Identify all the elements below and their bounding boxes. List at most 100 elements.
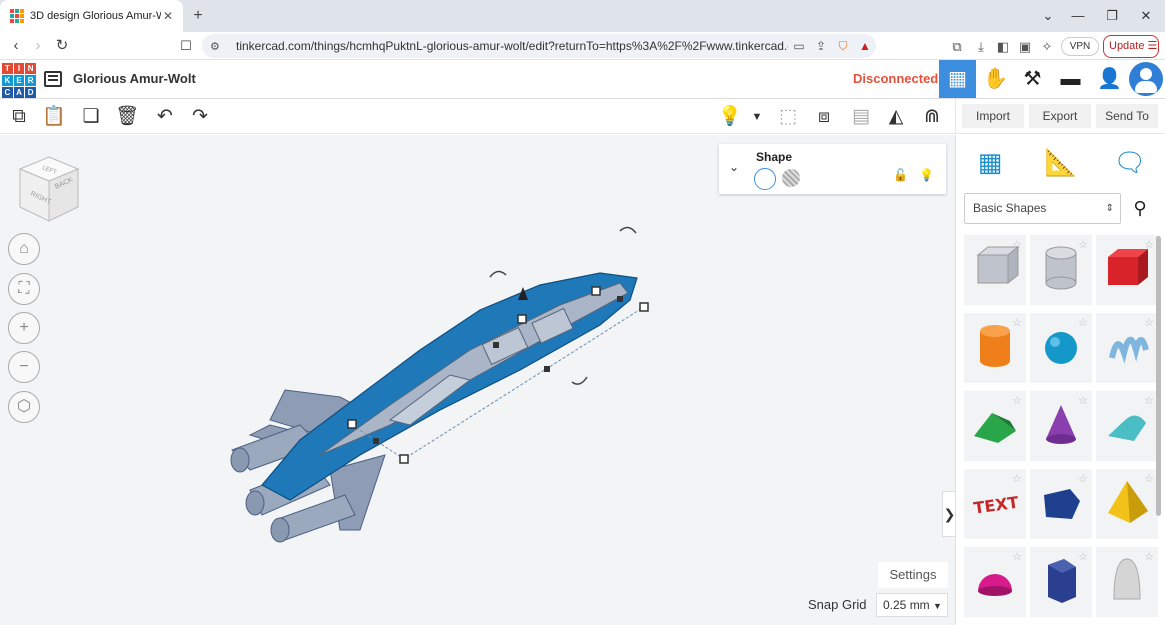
midpoint-handle[interactable]	[617, 296, 623, 302]
ruler-icon[interactable]: 📐	[1044, 145, 1078, 179]
snap-grid-select[interactable]: 0.25 mm ▼	[876, 593, 948, 617]
copy-icon[interactable]: ⧉	[6, 104, 32, 130]
design-list-icon[interactable]	[44, 71, 62, 87]
favorite-star-icon[interactable]: ☆	[1078, 550, 1088, 563]
leo-ai-icon[interactable]: ✧	[1038, 38, 1056, 56]
bricks-view-button[interactable]: ▬	[1052, 60, 1089, 98]
favorite-star-icon[interactable]: ☆	[1078, 316, 1088, 329]
sim-lab-button[interactable]: ⚒	[1014, 60, 1051, 98]
rotate-handle[interactable]	[571, 376, 588, 385]
search-icon[interactable]: ⚲	[1128, 196, 1152, 220]
bulb-dropdown-icon[interactable]: ▼	[744, 104, 770, 130]
favorite-star-icon[interactable]: ☆	[1078, 394, 1088, 407]
rotate-handle[interactable]	[489, 270, 507, 278]
shape-sphere[interactable]: ☆	[1030, 313, 1092, 383]
shape-box-hole[interactable]: ☆	[964, 235, 1026, 305]
resize-handle[interactable]	[591, 286, 601, 296]
site-info-icon[interactable]: ⚙	[210, 40, 226, 53]
midpoint-handle[interactable]	[544, 366, 550, 372]
hide-bulb-icon[interactable]: 💡	[919, 168, 934, 182]
settings-button[interactable]: Settings	[878, 562, 948, 588]
resize-handle[interactable]	[517, 314, 527, 324]
workplane-grid-icon[interactable]: ▦	[973, 145, 1007, 179]
favorite-star-icon[interactable]: ☆	[1078, 238, 1088, 251]
restore-icon[interactable]: ❐	[1094, 0, 1130, 32]
wallet-icon[interactable]: ▣	[1016, 38, 1034, 56]
shape-pyramid[interactable]: ☆	[1096, 469, 1158, 539]
add-collaborator-button[interactable]: 👤	[1091, 60, 1128, 98]
shape-scribble[interactable]: ☆	[1096, 313, 1158, 383]
midpoint-handle[interactable]	[493, 342, 499, 348]
extensions-icon[interactable]: ⧉	[948, 38, 966, 56]
back-icon[interactable]: ‹	[6, 36, 26, 56]
brave-shield-icon[interactable]: ⛉	[832, 39, 854, 54]
minimize-icon[interactable]: —	[1060, 0, 1096, 32]
user-avatar[interactable]	[1129, 62, 1163, 96]
shape-polygon[interactable]: ☆	[1030, 469, 1092, 539]
shape-panel-scrollbar[interactable]	[1156, 236, 1161, 516]
favorite-star-icon[interactable]: ☆	[1144, 394, 1154, 407]
collapse-inspector-icon[interactable]: ⌄	[729, 160, 739, 174]
favorite-star-icon[interactable]: ☆	[1012, 550, 1022, 563]
ungroup-icon[interactable]: ⧈	[811, 104, 837, 130]
resize-handle[interactable]	[639, 302, 649, 312]
favorite-star-icon[interactable]: ☆	[1012, 472, 1022, 485]
favorite-star-icon[interactable]: ☆	[1144, 472, 1154, 485]
3d-design-view-button[interactable]: ▦	[939, 60, 976, 98]
shape-paraboloid[interactable]: ☆	[1096, 547, 1158, 617]
cast-icon[interactable]: ▭	[788, 39, 810, 53]
export-button[interactable]: Export	[1029, 104, 1091, 128]
shape-half-sphere[interactable]: ☆	[964, 547, 1026, 617]
sidebar-toggle-icon[interactable]: ◧	[994, 38, 1012, 56]
favorite-star-icon[interactable]: ☆	[1144, 316, 1154, 329]
favorite-star-icon[interactable]: ☆	[1144, 550, 1154, 563]
update-button[interactable]: Update ☰	[1103, 35, 1159, 58]
undo-icon[interactable]: ↶	[152, 104, 178, 130]
close-window-icon[interactable]: ✕	[1128, 0, 1164, 32]
shape-roof[interactable]: ☆	[964, 391, 1026, 461]
shape-category-select[interactable]: Basic Shapes ⇕	[964, 193, 1121, 224]
hole-toggle[interactable]	[782, 169, 800, 187]
duplicate-icon[interactable]: ❏	[78, 104, 104, 130]
group-icon[interactable]: ⬚	[775, 104, 801, 130]
notes-icon[interactable]: 🗨	[1113, 145, 1147, 179]
midpoint-handle[interactable]	[373, 438, 379, 444]
resize-handle[interactable]	[399, 454, 409, 464]
favorite-star-icon[interactable]: ☆	[1012, 238, 1022, 251]
shape-cylinder-hole[interactable]: ☆	[1030, 235, 1092, 305]
new-tab-icon[interactable]: +	[188, 6, 208, 26]
tinkercad-logo[interactable]: TIN KER CAD	[2, 63, 36, 98]
rotate-handle[interactable]	[619, 226, 637, 234]
close-tab-icon[interactable]: ✕	[161, 9, 175, 23]
show-hidden-bulb-icon[interactable]: 💡	[717, 104, 743, 130]
vpn-button[interactable]: VPN	[1061, 37, 1099, 56]
favorite-star-icon[interactable]: ☆	[1144, 238, 1154, 251]
shape-cone[interactable]: ☆	[1030, 391, 1092, 461]
paste-icon[interactable]: 📋	[41, 104, 67, 130]
shape-cylinder[interactable]: ☆	[964, 313, 1026, 383]
import-button[interactable]: Import	[962, 104, 1024, 128]
favorite-star-icon[interactable]: ☆	[1012, 316, 1022, 329]
design-title[interactable]: Glorious Amur-Wolt	[73, 71, 196, 86]
selected-3d-model[interactable]	[0, 135, 955, 625]
forward-icon[interactable]: ›	[28, 36, 48, 56]
resize-handle[interactable]	[347, 419, 357, 429]
shape-box[interactable]: ☆	[1096, 235, 1158, 305]
brave-rewards-icon[interactable]: ▲	[854, 39, 876, 53]
solid-toggle[interactable]	[754, 168, 776, 190]
bookmark-icon[interactable]: ☐	[176, 36, 196, 56]
send-to-button[interactable]: Send To	[1096, 104, 1158, 128]
browser-tab[interactable]: 3D design Glorious Amur-Wolt ✕	[0, 0, 183, 32]
downloads-icon[interactable]: ⤓	[972, 38, 990, 56]
favorite-star-icon[interactable]: ☆	[1078, 472, 1088, 485]
reload-icon[interactable]: ↻	[52, 36, 72, 56]
shape-round-roof[interactable]: ☆	[1096, 391, 1158, 461]
mirror-icon[interactable]: ◭	[883, 104, 909, 130]
delete-icon[interactable]: 🗑	[114, 104, 140, 130]
share-icon[interactable]: ⇪	[810, 39, 832, 53]
cruise-icon[interactable]: ⋒	[919, 104, 945, 130]
address-bar[interactable]: ⚙ tinkercad.com/things/hcmhqPuktnL-glori…	[202, 34, 876, 58]
sidebar-collapse-handle[interactable]: ❯	[942, 491, 956, 537]
lock-icon[interactable]: 🔓	[893, 168, 908, 182]
shape-hexagonal-prism[interactable]: ☆	[1030, 547, 1092, 617]
